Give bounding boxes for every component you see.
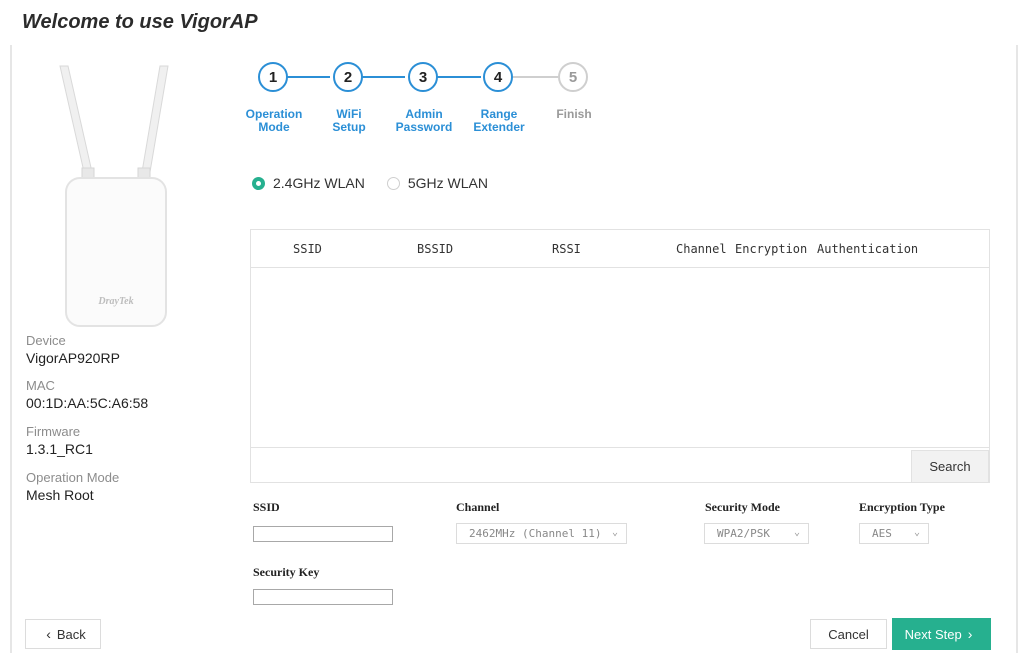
chevron-left-icon: ‹ xyxy=(46,626,51,642)
channel-select-value: 2462MHz (Channel 11) xyxy=(469,527,602,540)
step-5-label: Finish xyxy=(556,107,592,121)
cancel-button[interactable]: Cancel xyxy=(810,619,887,649)
step-4-indicator: 4 xyxy=(483,62,513,92)
mac-label: MAC xyxy=(26,378,55,393)
col-authentication: Authentication xyxy=(817,242,919,256)
device-info-opmode: Operation Mode Mesh Root xyxy=(26,470,119,503)
back-button[interactable]: ‹ Back xyxy=(25,619,101,649)
step-1-label: Operation Mode xyxy=(245,107,303,134)
table-footer: Search xyxy=(251,447,989,484)
radio-selected-icon[interactable] xyxy=(252,176,265,190)
security-mode-label: Security Mode xyxy=(705,500,780,514)
band-selector: 2.4GHz WLAN 5GHz WLAN xyxy=(252,175,510,191)
page-title: Welcome to use VigorAP xyxy=(22,11,258,33)
chevron-right-icon: › xyxy=(967,626,973,642)
col-ssid: SSID xyxy=(293,242,322,256)
radio-5ghz-label: 5GHz WLAN xyxy=(407,175,488,191)
next-step-label: Next Step xyxy=(904,626,962,642)
security-mode-value: WPA2/PSK xyxy=(717,527,770,540)
step-4-label: Range Extender xyxy=(473,107,525,134)
chevron-down-icon: ⌄ xyxy=(793,527,800,538)
encryption-type-select[interactable]: AES ⌄ xyxy=(859,523,929,544)
chevron-down-icon: ⌄ xyxy=(913,527,920,538)
search-button[interactable]: Search xyxy=(911,450,989,483)
step-connector xyxy=(362,76,405,78)
security-mode-select[interactable]: WPA2/PSK ⌄ xyxy=(704,523,809,544)
security-key-label: Security Key xyxy=(253,565,320,579)
ssid-label: SSID xyxy=(253,500,280,514)
step-5-indicator: 5 xyxy=(558,62,588,92)
encryption-type-label: Encryption Type xyxy=(859,500,945,514)
device-info-device: Device VigorAP920RP xyxy=(26,333,120,366)
step-1-indicator: 1 xyxy=(258,62,288,92)
device-info-mac: MAC 00:1D:AA:5C:A6:58 xyxy=(26,378,148,411)
channel-label: Channel xyxy=(456,500,500,514)
device-info-firmware: Firmware 1.3.1_RC1 xyxy=(26,424,93,457)
chevron-down-icon: ⌄ xyxy=(611,527,618,538)
device-label: Device xyxy=(26,333,66,348)
device-value: VigorAP920RP xyxy=(26,350,120,366)
col-bssid: BSSID xyxy=(417,242,454,256)
step-3-label: Admin Password xyxy=(395,107,453,134)
security-key-input[interactable] xyxy=(253,589,393,605)
firmware-value: 1.3.1_RC1 xyxy=(26,441,93,457)
channel-select[interactable]: 2462MHz (Channel 11) ⌄ xyxy=(456,523,627,544)
col-rssi: RSSI xyxy=(552,242,581,256)
col-encryption: Encryption xyxy=(735,242,808,256)
step-2-indicator: 2 xyxy=(333,62,363,92)
step-connector xyxy=(513,76,558,78)
opmode-label: Operation Mode xyxy=(26,470,120,485)
step-3-indicator: 3 xyxy=(408,62,438,92)
firmware-label: Firmware xyxy=(26,424,81,439)
step-connector xyxy=(437,76,481,78)
opmode-value: Mesh Root xyxy=(26,487,94,503)
next-step-button[interactable]: Next Step › xyxy=(892,618,991,650)
encryption-type-value: AES xyxy=(872,527,892,540)
radio-unselected-icon[interactable] xyxy=(386,176,400,190)
scan-table: SSID BSSID RSSI Channel Encryption Authe… xyxy=(250,229,990,483)
table-header: SSID BSSID RSSI Channel Encryption Authe… xyxy=(251,230,989,268)
brand-logo: DrayTek xyxy=(97,296,133,307)
radio-24ghz[interactable]: 2.4GHz WLAN xyxy=(252,175,365,191)
col-channel: Channel xyxy=(676,242,727,256)
wizard-stepper: 1 2 3 4 5 Operation Mode WiFi Setup Admin P… xyxy=(245,60,605,140)
device-image: DrayTek xyxy=(59,65,169,327)
mac-value: 00:1D:AA:5C:A6:58 xyxy=(26,395,149,411)
radio-24ghz-label: 2.4GHz WLAN xyxy=(273,175,365,191)
back-button-label: Back xyxy=(56,626,86,642)
ssid-input[interactable] xyxy=(253,526,393,542)
radio-5ghz[interactable]: 5GHz WLAN xyxy=(386,175,488,191)
step-2-label: WiFi Setup xyxy=(332,107,366,134)
